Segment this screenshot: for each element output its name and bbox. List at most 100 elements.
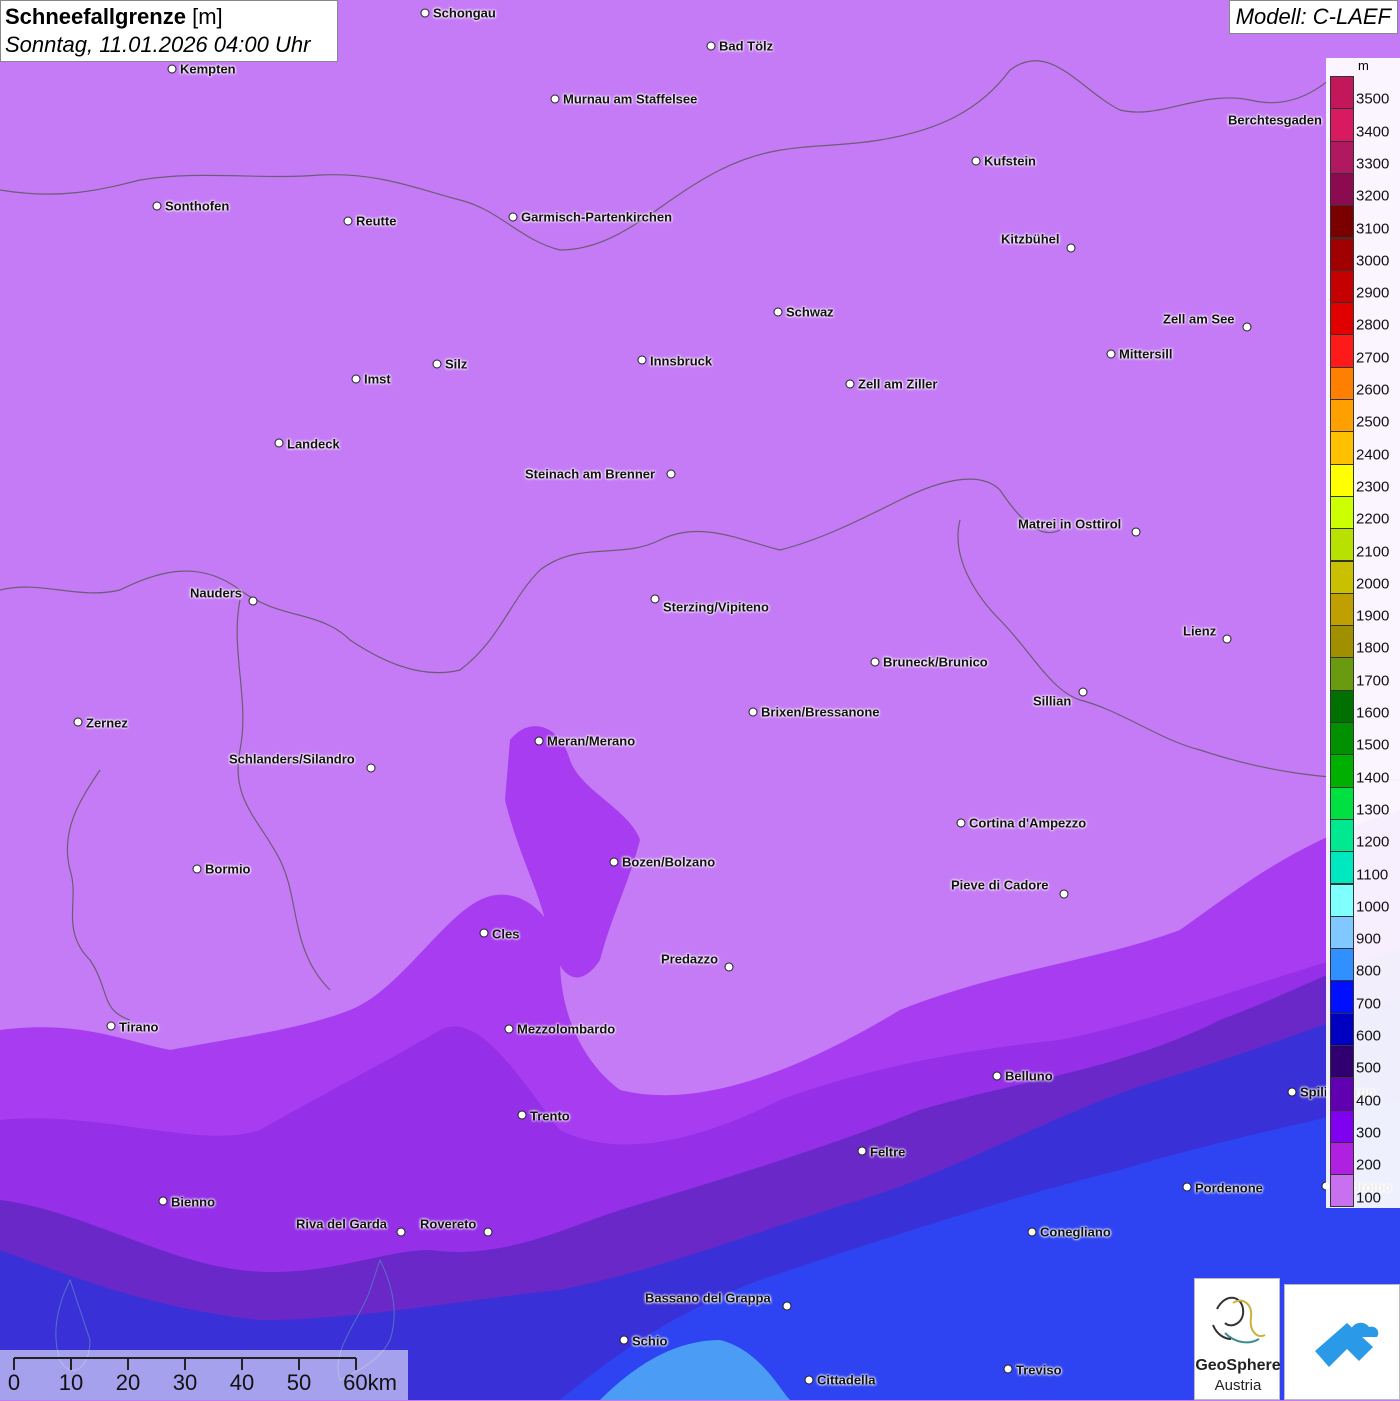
city-marker[interactable] [479, 928, 489, 938]
legend-swatch [1330, 1077, 1354, 1111]
city-marker[interactable] [724, 962, 734, 972]
city-marker[interactable] [432, 359, 442, 369]
city-marker[interactable] [857, 1146, 867, 1156]
city-marker[interactable] [504, 1024, 514, 1034]
city-marker[interactable] [1066, 243, 1076, 253]
city-marker[interactable] [706, 41, 716, 51]
legend-level-label: 1900 [1356, 607, 1390, 625]
city-label: Cles [492, 926, 520, 942]
city-marker[interactable] [508, 212, 518, 222]
legend-swatch [1330, 366, 1354, 400]
legend-level-label: 2600 [1356, 381, 1390, 399]
city-marker[interactable] [1222, 634, 1232, 644]
city-label: Conegliano [1040, 1224, 1111, 1240]
city-label: Bormio [205, 861, 251, 877]
legend-level-label: 2200 [1356, 510, 1390, 528]
city-marker[interactable] [517, 1110, 527, 1120]
city-marker[interactable] [534, 736, 544, 746]
city-marker[interactable] [106, 1021, 116, 1031]
city-marker[interactable] [1003, 1364, 1013, 1374]
legend-swatch [1330, 851, 1354, 885]
city-label: Zernez [86, 715, 128, 731]
city-marker[interactable] [1078, 687, 1088, 697]
city-marker[interactable] [782, 1301, 792, 1311]
city-marker[interactable] [152, 201, 162, 211]
city-label: Riva del Garda [296, 1216, 388, 1232]
legend-level-label: 1600 [1356, 704, 1390, 722]
city-marker[interactable] [1182, 1182, 1192, 1192]
city-marker[interactable] [804, 1375, 814, 1385]
legend-level-label: 300 [1356, 1124, 1382, 1142]
geosphere-austria-logo[interactable]: GeoSphere Austria [1194, 1278, 1281, 1400]
title-box: Schneefallgrenze [m] Sonntag, 11.01.2026… [0, 0, 338, 62]
city-label: Belluno [1005, 1068, 1053, 1084]
legend-level-label: 2900 [1356, 284, 1390, 302]
legend-swatch [1330, 1045, 1354, 1079]
city-marker[interactable] [637, 355, 647, 365]
city-marker[interactable] [274, 438, 284, 448]
legend-swatch [1330, 722, 1354, 756]
legend-level-label: 3000 [1356, 252, 1390, 270]
city-marker[interactable] [396, 1227, 406, 1237]
city-marker[interactable] [550, 94, 560, 104]
city-marker[interactable] [956, 818, 966, 828]
legend-swatch [1330, 495, 1354, 530]
legend-swatch [1330, 1012, 1354, 1046]
city-label: Feltre [870, 1144, 906, 1160]
legend-level-label: 2500 [1356, 413, 1390, 431]
city-marker[interactable] [1131, 527, 1141, 537]
legend-swatch [1330, 399, 1354, 433]
city-marker[interactable] [773, 307, 783, 317]
city-marker[interactable] [73, 717, 83, 727]
city-marker[interactable] [650, 594, 660, 604]
city-marker[interactable] [167, 64, 177, 74]
city-marker[interactable] [1027, 1227, 1037, 1237]
city-label: Pordenone [1195, 1180, 1263, 1196]
city-marker[interactable] [971, 156, 981, 166]
city-marker[interactable] [248, 596, 258, 606]
legend-level-label: 500 [1356, 1059, 1382, 1077]
city-label: Reutte [356, 213, 397, 229]
scale-tick-label: 50 [286, 1370, 312, 1395]
legend-level-label: 900 [1356, 930, 1382, 948]
city-marker[interactable] [992, 1071, 1002, 1081]
city-marker[interactable] [870, 657, 880, 667]
legend-swatch [1330, 560, 1354, 594]
legend-level-label: 700 [1356, 995, 1382, 1013]
city-marker[interactable] [748, 707, 758, 717]
city-marker[interactable] [343, 216, 353, 226]
city-marker[interactable] [351, 374, 361, 384]
city-marker[interactable] [1287, 1087, 1297, 1097]
city-marker[interactable] [1106, 349, 1116, 359]
scale-bar: 0 10 20 30 40 50 60km [0, 1350, 408, 1400]
city-marker[interactable] [192, 864, 202, 874]
warning-app-logo[interactable] [1284, 1284, 1400, 1400]
city-label: Tirano [119, 1019, 159, 1035]
legend-swatch [1330, 754, 1354, 788]
legend-swatch [1330, 592, 1354, 627]
city-marker[interactable] [420, 8, 430, 18]
city-marker[interactable] [619, 1335, 629, 1345]
city-marker[interactable] [845, 379, 855, 389]
legend-level-label: 1500 [1356, 736, 1390, 754]
city-marker[interactable] [666, 469, 676, 479]
legend-level-label: 1700 [1356, 672, 1390, 690]
city-marker[interactable] [483, 1227, 493, 1237]
city-marker[interactable] [366, 763, 376, 773]
city-marker[interactable] [609, 857, 619, 867]
city-label: Sonthofen [165, 198, 230, 214]
city-label: Berchtesgaden [1228, 112, 1322, 128]
legend-swatch [1330, 883, 1354, 917]
city-label: Meran/Merano [547, 733, 636, 749]
scale-ticks [13, 1358, 357, 1370]
legend-level-label: 600 [1356, 1027, 1382, 1045]
scale-tick-label: 40 [229, 1370, 255, 1395]
city-marker[interactable] [158, 1196, 168, 1206]
legend-swatch [1330, 915, 1354, 950]
legend-level-label: 3500 [1356, 90, 1390, 108]
city-label: Mittersill [1119, 346, 1173, 362]
city-marker[interactable] [1242, 322, 1252, 332]
legend-unit: m [1358, 58, 1369, 73]
city-marker[interactable] [1059, 889, 1069, 899]
city-label: Cortina d'Ampezzo [969, 815, 1087, 831]
